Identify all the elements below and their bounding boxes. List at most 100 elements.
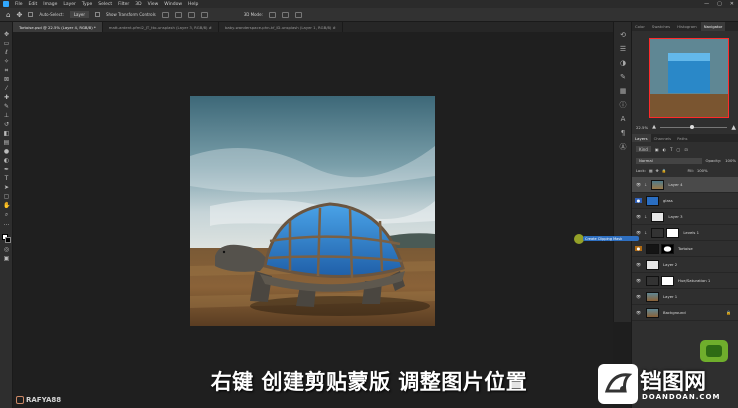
info-icon[interactable]: ⓘ [619, 102, 627, 109]
layer-name[interactable]: Layer 3 [668, 214, 682, 219]
layer-row[interactable]: 👁 ↓ Layer 4 [632, 177, 738, 193]
move-icon[interactable]: ✥ [3, 32, 10, 38]
menu-help[interactable]: Help [188, 2, 198, 7]
eyedropper-icon[interactable]: ⁄ [3, 86, 10, 92]
tab-channels[interactable]: Channels [651, 134, 675, 142]
character-icon[interactable]: A [619, 116, 627, 123]
move-tool-icon[interactable]: ✥ [16, 11, 22, 19]
opacity-value[interactable]: 100% [725, 158, 736, 163]
layer-row[interactable]: ● Tortoise [632, 241, 738, 257]
menu-3d[interactable]: 3D [135, 2, 141, 7]
type-filter-icon[interactable]: T [670, 147, 672, 152]
lock-pixels-icon[interactable]: ▦ [649, 168, 653, 173]
visibility-eye-icon[interactable]: 👁 [635, 310, 642, 315]
layer-row[interactable]: 👁 Background 🔒 [632, 305, 738, 321]
crop-icon[interactable]: ⌗ [3, 68, 10, 74]
auto-select-dropdown[interactable]: Layer [69, 11, 89, 18]
kind-filter-dropdown[interactable]: Kind [636, 146, 651, 152]
dodge-icon[interactable]: ◐ [3, 158, 10, 164]
layer-row[interactable]: ● glass [632, 193, 738, 209]
3d-slide-icon[interactable] [294, 11, 302, 18]
visibility-eye-icon[interactable]: 👁 [635, 294, 642, 299]
menu-image[interactable]: Image [43, 2, 57, 7]
glyphs-icon[interactable]: Ⓐ [619, 144, 627, 151]
pixel-filter-icon[interactable]: ▣ [655, 147, 659, 152]
canvas-area[interactable] [13, 32, 613, 408]
visibility-eye-icon[interactable]: 👁 [635, 262, 642, 267]
type-icon[interactable]: T [3, 176, 10, 182]
zoom-slider-thumb[interactable] [690, 124, 695, 129]
tab-tortoise[interactable]: Tortoise.psd @ 22.5% (Layer 4, RGB/8) * [13, 22, 103, 32]
align-left-icon[interactable] [161, 11, 169, 18]
tab-histogram[interactable]: Histogram [674, 22, 700, 31]
marquee-icon[interactable]: ▭ [3, 41, 10, 47]
3d-pan-icon[interactable] [281, 11, 289, 18]
adjustment-filter-icon[interactable]: ◐ [663, 147, 667, 152]
tab-color[interactable]: Color [632, 22, 648, 31]
adjustments-icon[interactable]: ◑ [619, 60, 627, 67]
menu-filter[interactable]: Filter [118, 2, 129, 7]
home-icon[interactable]: ⌂ [6, 11, 10, 19]
background-color-swatch[interactable] [5, 237, 11, 243]
close-button[interactable]: ✕ [730, 1, 734, 7]
magic-wand-icon[interactable]: ✧ [3, 59, 10, 65]
tab-layers[interactable]: Layers [632, 134, 651, 142]
brush-icon[interactable]: ✎ [3, 104, 10, 110]
menu-select[interactable]: Select [98, 2, 112, 7]
pen-icon[interactable]: ✒ [3, 167, 10, 173]
tab-unsplash-1[interactable]: matt-ardent-pfmi2_JT_tto-unsplash (Layer… [103, 22, 219, 32]
distribute-icon[interactable] [200, 11, 208, 18]
auto-select-checkbox[interactable] [28, 12, 34, 17]
libraries-icon[interactable]: ▦ [619, 88, 627, 95]
navigator-thumbnail[interactable] [649, 38, 729, 118]
visibility-eye-icon[interactable]: ● [635, 246, 642, 251]
3d-orbit-icon[interactable] [268, 11, 276, 18]
zoom-in-icon[interactable]: ▲ [731, 124, 736, 131]
eraser-icon[interactable]: ◧ [3, 131, 10, 137]
transform-controls-checkbox[interactable] [94, 12, 100, 17]
screen-mode-icon[interactable]: ▣ [3, 256, 10, 262]
layer-name[interactable]: Layer 2 [663, 262, 677, 267]
layer-name[interactable]: glass [663, 198, 673, 203]
tab-swatches[interactable]: Swatches [649, 22, 673, 31]
more-tools-icon[interactable]: … [3, 221, 10, 227]
visibility-eye-icon[interactable]: 👁 [635, 230, 642, 235]
shape-icon[interactable]: ▢ [3, 194, 10, 200]
shape-filter-icon[interactable]: ▢ [677, 147, 681, 152]
lock-all-icon[interactable]: 🔒 [662, 168, 667, 173]
menu-view[interactable]: View [148, 2, 159, 7]
lock-position-icon[interactable]: ✥ [656, 168, 659, 173]
layer-name[interactable]: Hue/Saturation 1 [678, 278, 710, 283]
layer-row[interactable]: 👁 Layer 1 [632, 289, 738, 305]
align-center-icon[interactable] [174, 11, 182, 18]
healing-icon[interactable]: ✚ [3, 95, 10, 101]
menu-file[interactable]: File [15, 2, 23, 7]
tab-navigator[interactable]: Navigator [700, 22, 726, 31]
frame-icon[interactable]: ⊠ [3, 77, 10, 83]
visibility-eye-icon[interactable]: ● [635, 198, 642, 203]
align-right-icon[interactable] [187, 11, 195, 18]
stamp-icon[interactable]: ⊥ [3, 113, 10, 119]
menu-type[interactable]: Type [82, 2, 92, 7]
layer-row[interactable]: 👁 ↓ Layer 3 [632, 209, 738, 225]
lasso-icon[interactable]: ℓ [3, 50, 10, 56]
maximize-button[interactable]: ▢ [717, 1, 722, 7]
fill-value[interactable]: 100% [697, 168, 708, 173]
menu-window[interactable]: Window [164, 2, 182, 7]
blend-mode-dropdown[interactable]: Normal [636, 157, 702, 164]
tortoise-artwork[interactable] [190, 96, 435, 326]
tab-unsplash-2[interactable]: baby-wanderspace-phn-kf_ID-unsplash (Lay… [219, 22, 343, 32]
menu-layer[interactable]: Layer [63, 2, 76, 7]
paragraph-icon[interactable]: ¶ [619, 130, 627, 137]
layer-row[interactable]: 👁 ↓ Levels 1 [632, 225, 738, 241]
visibility-eye-icon[interactable]: 👁 [635, 182, 642, 187]
menu-edit[interactable]: Edit [29, 2, 38, 7]
quick-mask-icon[interactable]: ◎ [3, 247, 10, 253]
minimize-button[interactable]: — [704, 1, 709, 7]
zoom-slider[interactable] [659, 124, 728, 129]
blur-icon[interactable]: ● [3, 149, 10, 155]
smart-filter-icon[interactable]: ⊡ [684, 147, 687, 152]
history-icon[interactable]: ⟲ [619, 32, 627, 39]
tab-paths[interactable]: Paths [674, 134, 690, 142]
layer-name[interactable]: Layer 4 [668, 182, 682, 187]
